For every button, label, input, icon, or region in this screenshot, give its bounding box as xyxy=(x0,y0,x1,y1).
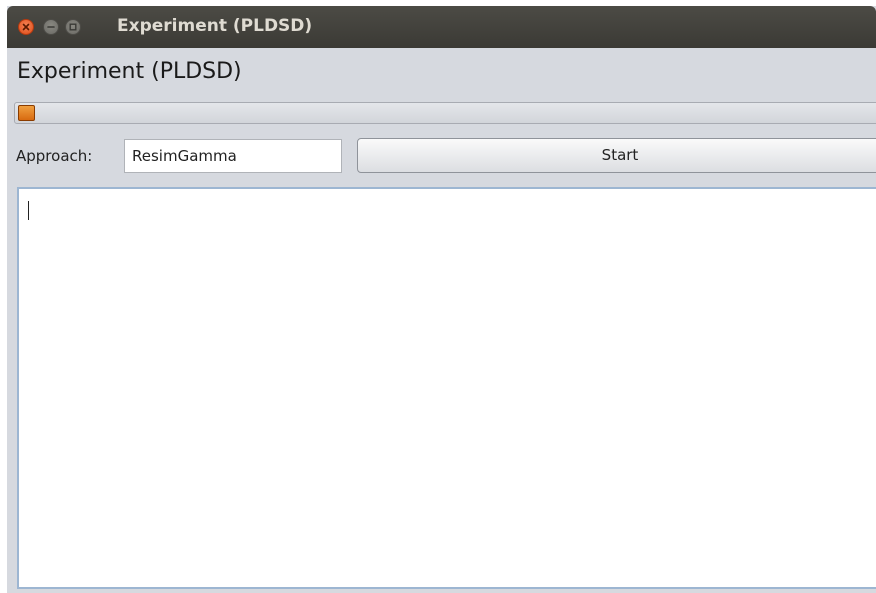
app-window: Experiment (PLDSD) Experiment (PLDSD) Ap… xyxy=(7,6,876,593)
close-icon[interactable] xyxy=(18,19,34,35)
start-button[interactable]: Start xyxy=(357,138,876,173)
maximize-icon[interactable] xyxy=(65,19,81,35)
window-title: Experiment (PLDSD) xyxy=(117,16,313,36)
text-caret xyxy=(28,201,29,220)
progress-fill xyxy=(18,105,35,121)
title-bar[interactable]: Experiment (PLDSD) xyxy=(7,6,876,48)
minimize-icon[interactable] xyxy=(43,19,59,35)
approach-label: Approach: xyxy=(16,147,93,165)
output-text-area[interactable] xyxy=(17,187,876,589)
approach-input[interactable]: ResimGamma xyxy=(124,139,342,173)
progress-bar xyxy=(14,102,876,124)
page-title: Experiment (PLDSD) xyxy=(17,59,242,84)
